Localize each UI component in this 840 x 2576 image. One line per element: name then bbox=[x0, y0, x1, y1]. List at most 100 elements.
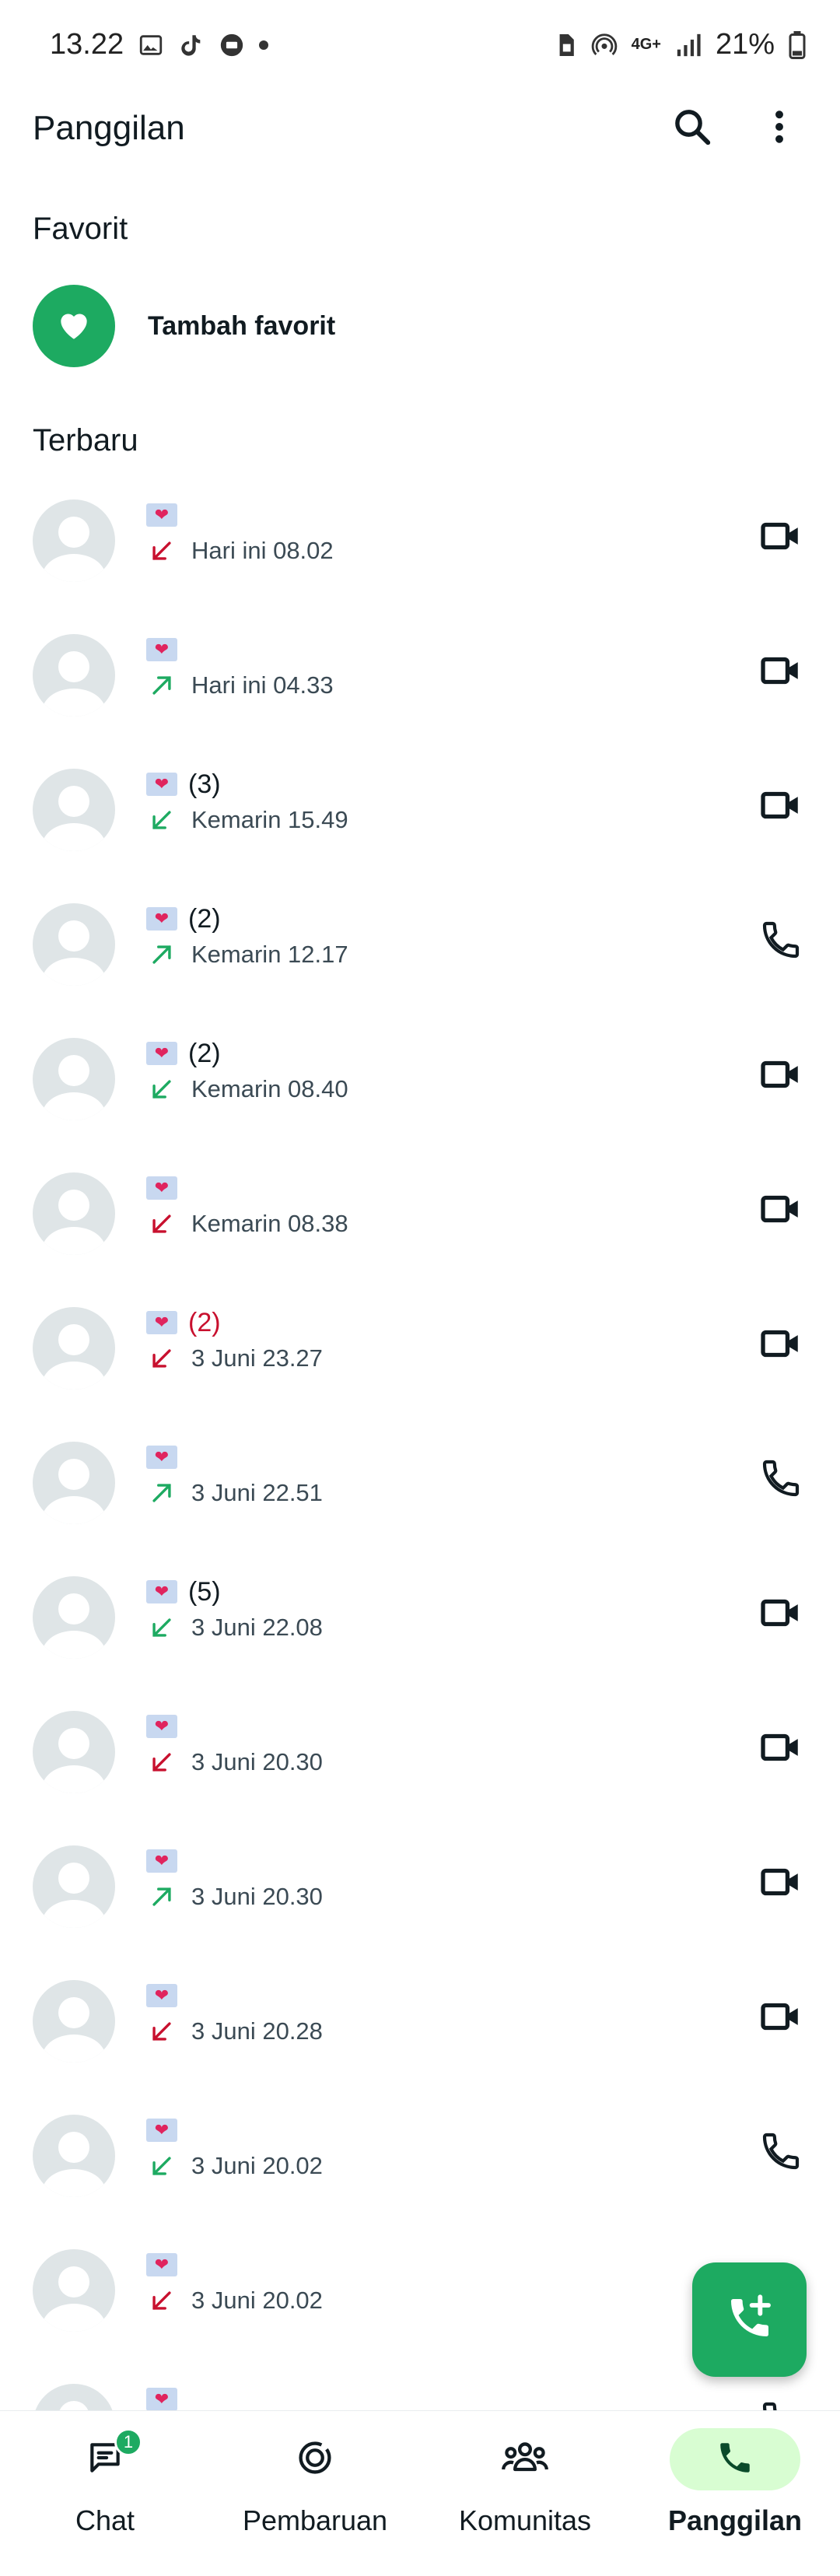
call-row[interactable]: ❤ (5) 3 Juni 22.08 bbox=[0, 1563, 840, 1698]
heart-emoji-icon: ❤ bbox=[146, 638, 177, 661]
contact-name-line: ❤ bbox=[146, 1438, 323, 1477]
avatar[interactable] bbox=[33, 1172, 115, 1255]
nav-item-komunitas[interactable]: Komunitas bbox=[420, 2411, 630, 2576]
avatar[interactable] bbox=[33, 1711, 115, 1793]
call-info: ❤ 3 Juni 20.30 bbox=[146, 1707, 323, 1782]
video-call-button[interactable] bbox=[753, 644, 809, 700]
video-call-button[interactable] bbox=[753, 510, 809, 566]
call-count: (2) bbox=[188, 903, 221, 934]
contact-name-line: ❤ (2) bbox=[146, 1303, 323, 1342]
status-right: 4G+ 21% bbox=[555, 28, 806, 61]
unread-badge: 1 bbox=[114, 2428, 142, 2456]
battery-icon bbox=[789, 30, 806, 59]
call-meta: 3 Juni 20.02 bbox=[146, 2147, 323, 2185]
nav-item-chat[interactable]: 1 Chat bbox=[0, 2411, 210, 2576]
avatar[interactable] bbox=[33, 1980, 115, 2063]
avatar[interactable] bbox=[33, 634, 115, 717]
status-left: 13.22 bbox=[50, 28, 269, 61]
call-time: 3 Juni 23.27 bbox=[191, 1344, 323, 1372]
call-row[interactable]: ❤ Kemarin 08.38 bbox=[0, 1159, 840, 1294]
new-call-fab[interactable] bbox=[692, 2262, 807, 2377]
voice-call-button[interactable] bbox=[753, 913, 809, 969]
call-row[interactable]: ❤ Hari ini 08.02 bbox=[0, 486, 840, 621]
call-time: 3 Juni 20.28 bbox=[191, 2017, 323, 2045]
heart-emoji-icon: ❤ bbox=[146, 907, 177, 931]
call-info: ❤ 3 Juni 20.28 bbox=[146, 1976, 323, 2051]
video-camera-icon bbox=[758, 648, 803, 697]
incoming-call-arrow-icon bbox=[146, 1747, 177, 1778]
gallery-notification-icon bbox=[138, 32, 164, 58]
contact-name-line: ❤ bbox=[146, 630, 334, 669]
more-options-button[interactable] bbox=[751, 100, 807, 156]
video-camera-icon bbox=[758, 1859, 803, 1908]
heart-emoji-icon: ❤ bbox=[146, 1849, 177, 1873]
call-row[interactable]: ❤ 3 Juni 20.30 bbox=[0, 1832, 840, 1967]
nav-label: Pembaruan bbox=[242, 2504, 388, 2536]
search-button[interactable] bbox=[664, 100, 720, 156]
call-row[interactable]: ❤ 3 Juni 20.30 bbox=[0, 1698, 840, 1832]
add-favorite-button[interactable]: Tambah favorit bbox=[33, 283, 335, 369]
heart-icon bbox=[54, 305, 93, 348]
video-call-button[interactable] bbox=[753, 1721, 809, 1777]
chat-bubble-notification-icon bbox=[219, 32, 245, 58]
avatar[interactable] bbox=[33, 1576, 115, 1659]
outgoing-call-arrow-icon bbox=[146, 1477, 177, 1509]
contact-name-line: ❤ bbox=[146, 1842, 323, 1880]
page-title: Panggilan bbox=[33, 109, 185, 147]
call-row[interactable]: ❤ (2) 3 Juni 23.27 bbox=[0, 1294, 840, 1428]
call-row[interactable]: ❤ Hari ini 04.33 bbox=[0, 621, 840, 755]
heart-emoji-icon: ❤ bbox=[146, 2388, 177, 2411]
phone-icon bbox=[759, 1456, 803, 1504]
voice-call-button[interactable] bbox=[753, 1452, 809, 1508]
call-row[interactable]: ❤ 3 Juni 20.02 bbox=[0, 2101, 840, 2236]
call-info: ❤ (3) Kemarin 15.49 bbox=[146, 765, 348, 839]
incoming-call-arrow-icon bbox=[146, 1612, 177, 1643]
video-camera-icon bbox=[758, 1725, 803, 1774]
call-meta: 3 Juni 20.28 bbox=[146, 2012, 323, 2051]
contact-name-line: ❤ bbox=[146, 496, 334, 534]
nav-item-panggilan[interactable]: Panggilan bbox=[630, 2411, 840, 2576]
heart-emoji-icon: ❤ bbox=[146, 1176, 177, 1200]
add-call-icon bbox=[725, 2293, 775, 2346]
avatar[interactable] bbox=[33, 499, 115, 582]
call-row[interactable]: ❤ (2) Kemarin 08.40 bbox=[0, 1025, 840, 1159]
call-info: ❤ (5) 3 Juni 22.08 bbox=[146, 1572, 323, 1647]
video-call-button[interactable] bbox=[753, 1990, 809, 2046]
outgoing-call-arrow-icon bbox=[146, 670, 177, 701]
avatar[interactable] bbox=[33, 1038, 115, 1120]
incoming-call-arrow-icon bbox=[146, 535, 177, 566]
contact-name-line: ❤ bbox=[146, 2245, 323, 2284]
avatar[interactable] bbox=[33, 1845, 115, 1928]
call-row[interactable]: ❤ (2) Kemarin 12.17 bbox=[0, 890, 840, 1025]
avatar[interactable] bbox=[33, 903, 115, 986]
call-info: ❤ 3 Juni 20.02 bbox=[146, 2111, 323, 2185]
video-call-button[interactable] bbox=[753, 1183, 809, 1239]
video-call-button[interactable] bbox=[753, 1856, 809, 1912]
video-call-button[interactable] bbox=[753, 1317, 809, 1373]
video-call-button[interactable] bbox=[753, 1586, 809, 1642]
call-row[interactable]: ❤ 3 Juni 20.28 bbox=[0, 1967, 840, 2101]
avatar[interactable] bbox=[33, 1307, 115, 1390]
avatar[interactable] bbox=[33, 2249, 115, 2332]
voice-call-button[interactable] bbox=[753, 2125, 809, 2181]
avatar[interactable] bbox=[33, 1442, 115, 1524]
call-meta: Kemarin 08.40 bbox=[146, 1070, 348, 1109]
signal-icon bbox=[675, 32, 702, 58]
call-info: ❤ Hari ini 08.02 bbox=[146, 496, 334, 570]
video-camera-icon bbox=[758, 783, 803, 832]
contact-name-line: ❤ (5) bbox=[146, 1572, 323, 1611]
call-row[interactable]: ❤ 3 Juni 22.51 bbox=[0, 1428, 840, 1563]
contact-name-line: ❤ (3) bbox=[146, 765, 348, 804]
call-row[interactable]: ❤ (3) Kemarin 15.49 bbox=[0, 755, 840, 890]
avatar[interactable] bbox=[33, 2115, 115, 2197]
call-meta: Hari ini 04.33 bbox=[146, 666, 334, 705]
call-info: ❤ (2) Kemarin 08.40 bbox=[146, 1034, 348, 1109]
heart-emoji-icon: ❤ bbox=[146, 503, 177, 527]
contact-name-line: ❤ (2) bbox=[146, 899, 348, 938]
avatar[interactable] bbox=[33, 769, 115, 851]
nav-item-pembaruan[interactable]: Pembaruan bbox=[210, 2411, 420, 2576]
video-call-button[interactable] bbox=[753, 779, 809, 835]
call-info: ❤ (2) 3 Juni 23.27 bbox=[146, 1303, 323, 1378]
video-call-button[interactable] bbox=[753, 1048, 809, 1104]
call-meta: Hari ini 08.02 bbox=[146, 531, 334, 570]
